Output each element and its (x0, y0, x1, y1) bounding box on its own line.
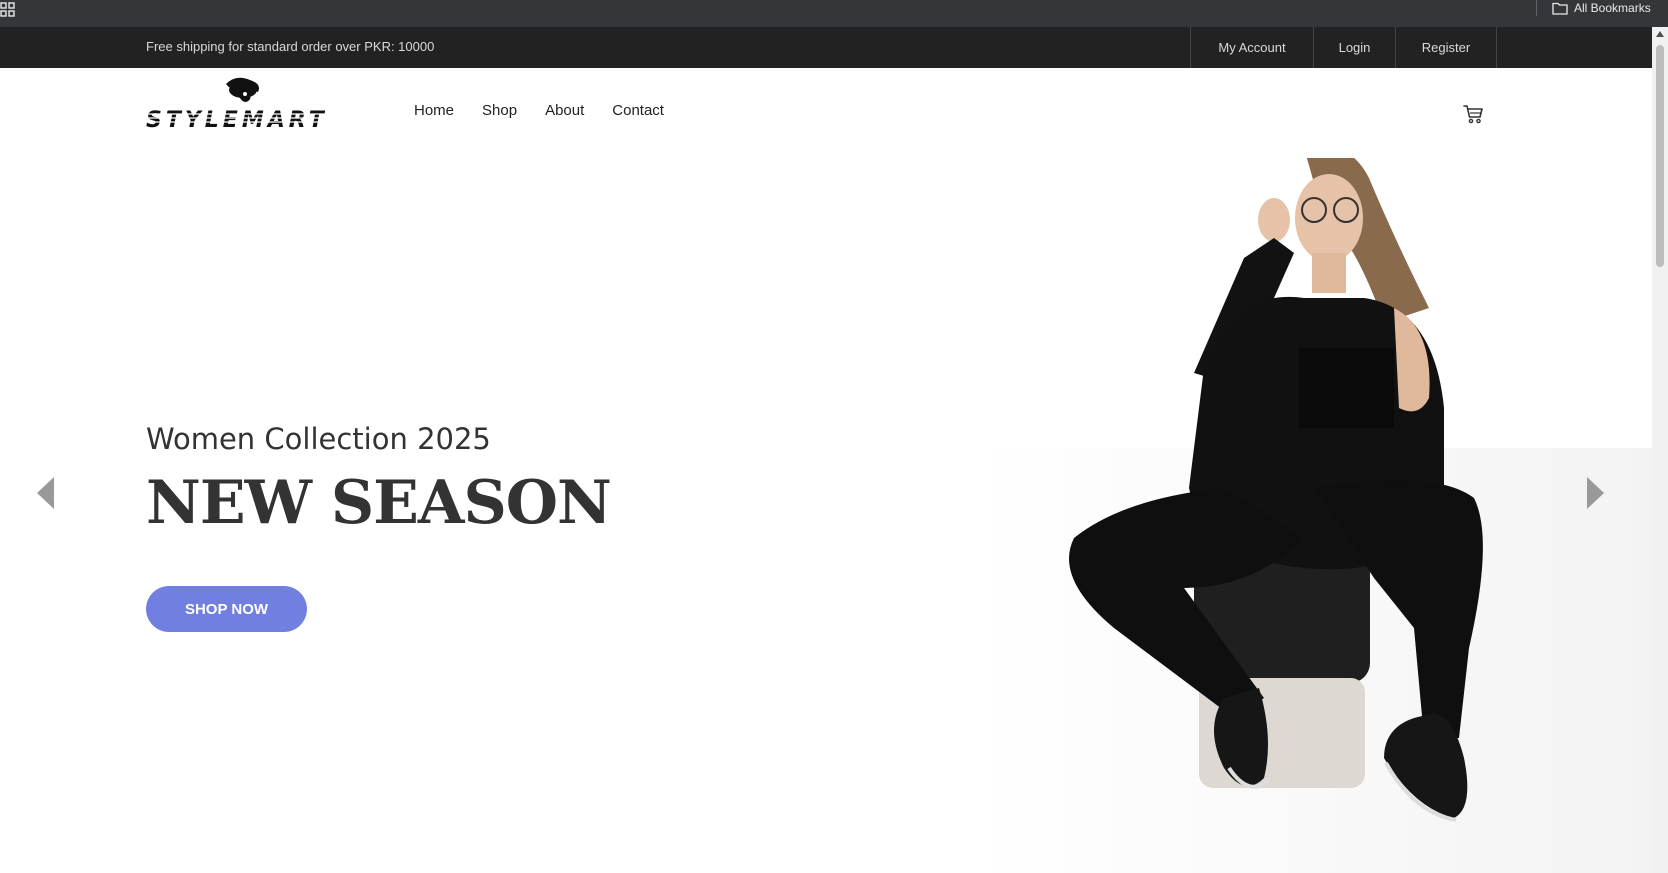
nav-shop[interactable]: Shop (482, 102, 517, 119)
register-link[interactable]: Register (1395, 27, 1497, 68)
top-announcement-bar: Free shipping for standard order over PK… (0, 27, 1652, 68)
hero-slider: Women Collection 2025 NEW SEASON SHOP NO… (0, 158, 1652, 873)
nav-home[interactable]: Home (414, 102, 454, 119)
page-scrollbar[interactable] (1652, 27, 1668, 873)
scroll-up-arrow-icon[interactable] (1656, 31, 1664, 37)
site-header: STYLEMART Home Shop About Contact (0, 68, 1652, 158)
arrow-left-icon[interactable] (34, 473, 58, 513)
apps-grid-icon[interactable] (0, 2, 16, 18)
bookmarks-divider (1536, 0, 1537, 16)
all-bookmarks-label: All Bookmarks (1574, 1, 1651, 15)
shop-now-button[interactable]: SHOP NOW (146, 586, 307, 632)
nav-contact[interactable]: Contact (612, 102, 664, 119)
main-nav: Home Shop About Contact (414, 102, 664, 119)
stylemart-logo[interactable]: STYLEMART (146, 74, 346, 134)
nav-about[interactable]: About (545, 102, 584, 119)
hero-subtitle: Women Collection 2025 (146, 422, 491, 456)
hero-title: NEW SEASON (146, 468, 612, 538)
bookmarks-bar: All Bookmarks (0, 0, 1668, 27)
hero-model-image (974, 158, 1652, 873)
logo-emblem-icon (226, 77, 259, 102)
login-link[interactable]: Login (1313, 27, 1395, 68)
folder-icon (1552, 2, 1568, 15)
free-shipping-text: Free shipping for standard order over PK… (146, 39, 435, 54)
scroll-thumb[interactable] (1656, 45, 1664, 267)
my-account-link[interactable]: My Account (1190, 27, 1313, 68)
cart-icon[interactable] (1462, 102, 1486, 126)
logo-wordmark: STYLEMART (146, 108, 328, 133)
all-bookmarks-button[interactable]: All Bookmarks (1552, 0, 1651, 16)
arrow-right-icon[interactable] (1583, 473, 1607, 513)
account-links: My Account Login Register (1190, 27, 1497, 68)
